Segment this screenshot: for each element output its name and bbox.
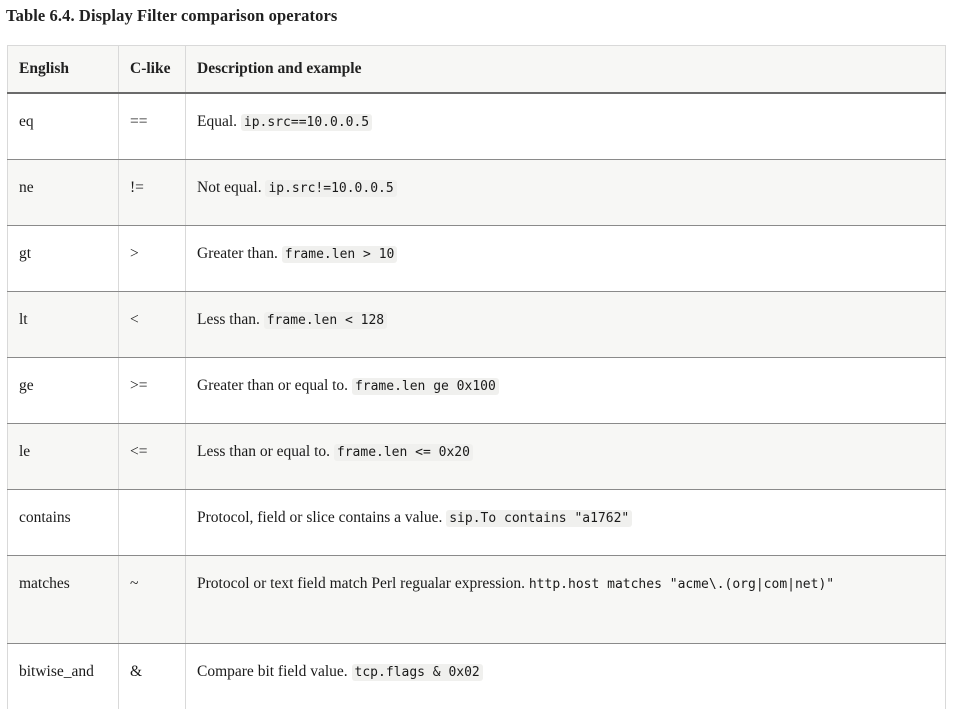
description-text: Protocol or text field match Perl regual… (197, 574, 525, 592)
cell-description: Less than. frame.len < 128 (185, 291, 946, 358)
table-row: eq == Equal. ip.src==10.0.0.5 (7, 93, 946, 160)
operator-name: ne (19, 178, 34, 196)
description-text: Less than. (197, 310, 260, 328)
description-block: Protocol, field or slice contains a valu… (197, 490, 937, 529)
example-code: http.host matches "acme\.(org|com|net)" (528, 576, 835, 592)
table-row: bitwise_and & Compare bit field value. tcp… (7, 643, 946, 709)
cell-description: Compare bit field value. tcp.flags & 0x0… (185, 643, 946, 709)
cell-english: matches (7, 555, 119, 644)
description-block: Equal. ip.src==10.0.0.5 (197, 94, 937, 133)
example-code: ip.src!=10.0.0.5 (265, 179, 397, 197)
table-row: contains Protocol, field or slice contain… (7, 489, 946, 556)
cell-description: Less than or equal to. frame.len <= 0x20 (185, 423, 946, 490)
example-code: frame.len < 128 (263, 311, 388, 329)
description-text: Equal. (197, 113, 238, 130)
table-header: English C-like Description and example (7, 45, 946, 94)
cell-clike: < (118, 291, 186, 358)
operator-name: ge (19, 376, 34, 394)
operator-clike-symbol: >= (130, 376, 148, 394)
cell-description: Greater than. frame.len > 10 (185, 225, 946, 292)
table-row: le <= Less than or equal to. frame.len <= … (7, 423, 946, 490)
cell-english: ge (7, 357, 119, 424)
cell-description: Not equal. ip.src!=10.0.0.5 (185, 159, 946, 226)
comparison-operators-table: English C-like Description and example e… (7, 45, 946, 709)
operator-name: lt (19, 310, 28, 328)
column-header-clike: C-like (118, 45, 186, 94)
cell-clike: == (118, 93, 186, 160)
table-header-row: English C-like Description and example (7, 45, 946, 94)
cell-clike: ~ (118, 555, 186, 644)
operator-name: bitwise_and (19, 662, 94, 680)
table-row: ge >= Greater than or equal to. frame.len … (7, 357, 946, 424)
example-code: frame.len <= 0x20 (333, 443, 473, 461)
operator-clike-symbol: != (130, 178, 144, 196)
cell-clike: <= (118, 423, 186, 490)
table-caption: Table 6.4. Display Filter comparison ope… (6, 6, 338, 25)
cell-description: Greater than or equal to. frame.len ge 0… (185, 357, 946, 424)
operator-clike-symbol: ~ (130, 574, 139, 592)
description-text: Not equal. (197, 178, 262, 196)
table-row: gt > Greater than. frame.len > 10 (7, 225, 946, 292)
operator-clike-symbol: & (130, 662, 143, 680)
table-row: matches ~ Protocol or text field match Per… (7, 555, 946, 644)
cell-description: Protocol, field or slice contains a valu… (185, 489, 946, 556)
table-row: ne != Not equal. ip.src!=10.0.0.5 (7, 159, 946, 226)
cell-clike: != (118, 159, 186, 226)
description-block: Less than. frame.len < 128 (197, 292, 937, 331)
cell-clike: & (118, 643, 186, 709)
example-code: ip.src==10.0.0.5 (240, 114, 373, 131)
cell-clike: > (118, 225, 186, 292)
operator-clike-symbol: < (130, 310, 139, 328)
cell-clike (118, 489, 186, 556)
operator-clike-symbol (130, 490, 177, 508)
example-code: sip.To contains "a1762" (446, 509, 633, 527)
description-text: Protocol, field or slice contains a valu… (197, 508, 443, 526)
operator-clike-symbol: <= (130, 442, 148, 460)
cell-english: eq (7, 93, 119, 160)
table-body: eq == Equal. ip.src==10.0.0.5 ne != Not equal… (7, 93, 946, 709)
example-code: frame.len ge 0x100 (351, 377, 499, 395)
document-page: Table 6.4. Display Filter comparison ope… (0, 0, 953, 716)
example-code: tcp.flags & 0x02 (351, 663, 483, 681)
description-text: Greater than or equal to. (197, 376, 349, 394)
cell-english: contains (7, 489, 119, 556)
description-block: Compare bit field value. tcp.flags & 0x0… (197, 644, 937, 683)
description-block: Not equal. ip.src!=10.0.0.5 (197, 160, 937, 199)
cell-description: Protocol or text field match Perl regual… (185, 555, 946, 644)
cell-english: bitwise_and (7, 643, 119, 709)
description-block: Protocol or text field match Perl regual… (197, 556, 937, 595)
cell-english: lt (7, 291, 119, 358)
column-header-description: Description and example (185, 45, 946, 94)
cell-english: ne (7, 159, 119, 226)
operator-clike-symbol: > (130, 244, 139, 262)
description-block: Less than or equal to. frame.len <= 0x20 (197, 424, 937, 463)
description-text: Less than or equal to. (197, 442, 331, 460)
operator-name: le (19, 442, 31, 460)
operator-clike-symbol: == (130, 113, 148, 130)
example-code: frame.len > 10 (281, 245, 398, 263)
cell-clike: >= (118, 357, 186, 424)
operator-name: contains (19, 508, 71, 526)
column-header-english: English (7, 45, 119, 94)
operator-name: matches (19, 574, 70, 592)
description-block: Greater than or equal to. frame.len ge 0… (197, 358, 937, 397)
operator-name: gt (19, 244, 32, 262)
operator-name: eq (19, 113, 34, 130)
table-row: lt < Less than. frame.len < 128 (7, 291, 946, 358)
description-text: Compare bit field value. (197, 662, 348, 680)
cell-english: gt (7, 225, 119, 292)
description-block: Greater than. frame.len > 10 (197, 226, 937, 265)
cell-description: Equal. ip.src==10.0.0.5 (185, 93, 946, 160)
description-text: Greater than. (197, 244, 278, 262)
cell-english: le (7, 423, 119, 490)
